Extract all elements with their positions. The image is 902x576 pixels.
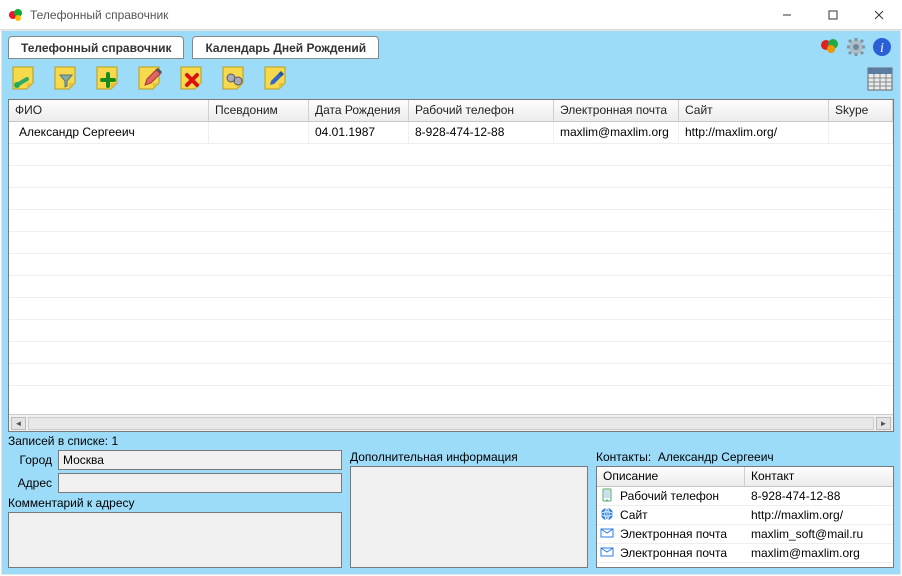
toolbar-calendar-button[interactable] — [864, 62, 896, 94]
cell-email: maxlim@maxlim.org — [554, 122, 679, 143]
window-title: Телефонный справочник — [30, 8, 764, 22]
cell-skype — [829, 122, 893, 143]
col-site[interactable]: Сайт — [679, 100, 829, 121]
horizontal-scrollbar[interactable]: ◄ ► — [9, 414, 893, 431]
contacts-row[interactable]: Электронная почтаmaxlim@maxlim.org — [597, 544, 893, 563]
city-label: Город — [8, 453, 52, 467]
toolbar-filter-button[interactable] — [50, 62, 82, 94]
table-body[interactable]: Александр Сергееич 04.01.1987 8-928-474-… — [9, 122, 893, 414]
toolbar-export-button[interactable] — [260, 62, 292, 94]
balloons-icon[interactable] — [820, 37, 840, 57]
address-label: Адрес — [8, 476, 52, 490]
toolbar-new-button[interactable] — [8, 62, 40, 94]
cell-site: http://maxlim.org/ — [679, 122, 829, 143]
contacts-value: 8-928-474-12-88 — [745, 489, 893, 503]
globe-icon — [600, 507, 616, 523]
contacts-caption: Контакты: Александр Сергееич — [596, 450, 894, 464]
scroll-right-button[interactable]: ► — [876, 417, 891, 430]
cell-fio: Александр Сергееич — [9, 122, 209, 143]
tab-calendar[interactable]: Календарь Дней Рождений — [192, 36, 379, 59]
cell-alias — [209, 122, 309, 143]
info-icon[interactable]: i — [872, 37, 892, 57]
scroll-track[interactable] — [28, 417, 874, 430]
contacts-desc: Сайт — [620, 508, 745, 522]
toolbar-edit-button[interactable] — [134, 62, 166, 94]
table-header: ФИО Псевдоним Дата Рождения Рабочий теле… — [9, 100, 893, 122]
col-alias[interactable]: Псевдоним — [209, 100, 309, 121]
details-panel: Город Адрес Комментарий к адресу Дополни… — [8, 450, 894, 568]
cell-workphone: 8-928-474-12-88 — [409, 122, 554, 143]
contacts-desc: Электронная почта — [620, 546, 745, 560]
contacts-row[interactable]: Электронная почтаmaxlim_soft@mail.ru — [597, 525, 893, 544]
mail-icon — [600, 545, 616, 561]
scroll-left-button[interactable]: ◄ — [11, 417, 26, 430]
contacts-table[interactable]: ФИО Псевдоним Дата Рождения Рабочий теле… — [8, 99, 894, 432]
contacts-panel: Контакты: Александр Сергееич Описание Ко… — [596, 450, 894, 568]
contacts-col-contact[interactable]: Контакт — [745, 467, 893, 486]
table-row[interactable]: Александр Сергееич 04.01.1987 8-928-474-… — [9, 122, 893, 144]
tab-row: Телефонный справочник Календарь Дней Рож… — [2, 31, 900, 59]
tab-phonebook[interactable]: Телефонный справочник — [8, 36, 184, 59]
toolbar-search-button[interactable] — [218, 62, 250, 94]
city-field[interactable] — [58, 450, 342, 470]
settings-icon[interactable] — [846, 37, 866, 57]
close-button[interactable] — [856, 0, 902, 30]
toolbar — [2, 59, 900, 97]
col-fio[interactable]: ФИО — [9, 100, 209, 121]
col-email[interactable]: Электронная почта — [554, 100, 679, 121]
mail-icon — [600, 526, 616, 542]
contacts-desc: Рабочий телефон — [620, 489, 745, 503]
client-area: Телефонный справочник Календарь Дней Рож… — [1, 30, 901, 575]
col-dob[interactable]: Дата Рождения — [309, 100, 409, 121]
extra-memo[interactable] — [350, 466, 588, 568]
titlebar: Телефонный справочник — [0, 0, 902, 30]
contacts-value: maxlim_soft@mail.ru — [745, 527, 893, 541]
record-count-label: Записей в списке: 1 — [8, 434, 118, 448]
app-icon — [8, 7, 24, 23]
toolbar-delete-button[interactable] — [176, 62, 208, 94]
contacts-desc: Электронная почта — [620, 527, 745, 541]
extra-panel: Дополнительная информация — [350, 450, 588, 568]
address-panel: Город Адрес Комментарий к адресу — [8, 450, 342, 568]
maximize-button[interactable] — [810, 0, 856, 30]
extra-caption: Дополнительная информация — [350, 450, 588, 464]
minimize-button[interactable] — [764, 0, 810, 30]
toolbar-add-button[interactable] — [92, 62, 124, 94]
contacts-row[interactable]: Рабочий телефон8-928-474-12-88 — [597, 487, 893, 506]
cell-dob: 04.01.1987 — [309, 122, 409, 143]
svg-text:i: i — [880, 41, 884, 56]
contacts-grid[interactable]: Описание Контакт Рабочий телефон8-928-47… — [596, 466, 894, 568]
col-skype[interactable]: Skype — [829, 100, 893, 121]
contacts-col-desc[interactable]: Описание — [597, 467, 745, 486]
phone-icon — [600, 488, 616, 504]
address-comment-label: Комментарий к адресу — [8, 496, 342, 510]
address-comment-memo[interactable] — [8, 512, 342, 568]
contacts-value: http://maxlim.org/ — [745, 508, 893, 522]
contacts-row[interactable]: Сайтhttp://maxlim.org/ — [597, 506, 893, 525]
col-workphone[interactable]: Рабочий телефон — [409, 100, 554, 121]
address-field[interactable] — [58, 473, 342, 493]
contacts-value: maxlim@maxlim.org — [745, 546, 893, 560]
